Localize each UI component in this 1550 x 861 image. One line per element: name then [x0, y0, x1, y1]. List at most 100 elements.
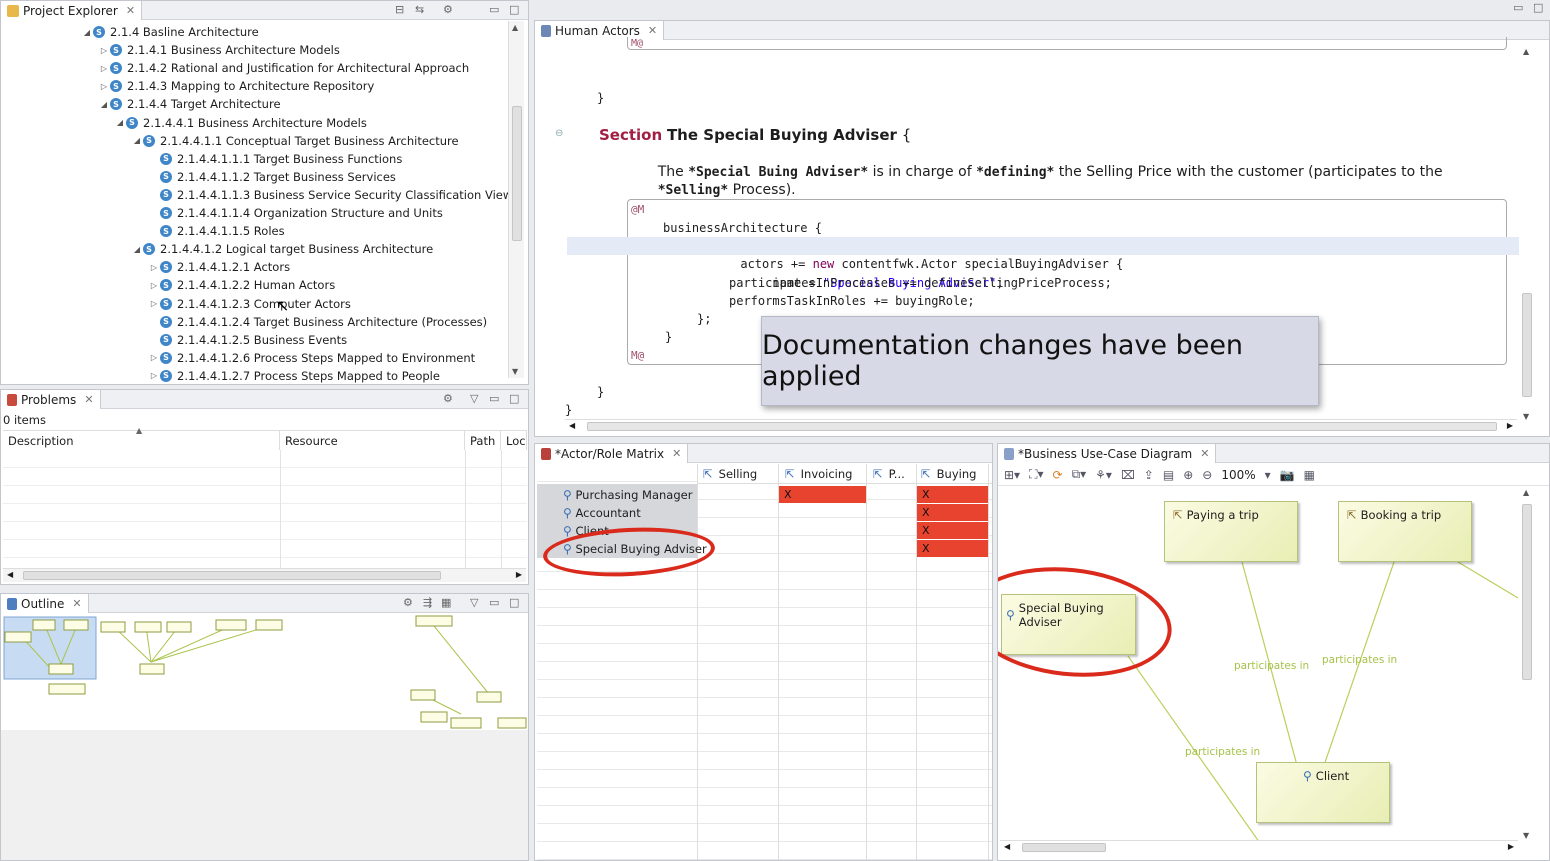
tree-item[interactable]: S 2.1.4.4.1.1.3 Business Service Security… [148, 186, 512, 204]
tree-item[interactable]: ▷ S 2.1.4.4.1.2.2 Human Actors [148, 276, 335, 294]
tree-item[interactable]: S 2.1.4.4.1.1.2 Target Business Services [148, 168, 396, 186]
tree-item[interactable]: ◢ S 2.1.4 Basline Architecture [81, 23, 259, 41]
expand-icon[interactable]: ▷ [148, 371, 160, 380]
maximize-icon[interactable]: □ [509, 3, 519, 16]
scroll-thumb[interactable] [587, 422, 1497, 431]
layer-icon[interactable]: ⧉▾ [1072, 467, 1087, 482]
column-loc[interactable]: Loc [501, 431, 527, 450]
scroll-up-icon[interactable]: ▲ [512, 23, 518, 32]
matrix-cell-buying-client[interactable]: X [917, 522, 988, 539]
explorer-scrollbar[interactable]: ▲ ▼ [508, 21, 524, 378]
view-menu-icon[interactable]: ⚙ [403, 596, 413, 609]
expand-icon[interactable]: ▷ [98, 46, 110, 55]
grid-icon[interactable]: ▦ [1304, 468, 1315, 482]
tab-actor-role-matrix[interactable]: *Actor/Role Matrix ✕ [535, 444, 689, 463]
close-icon[interactable]: ✕ [648, 24, 657, 37]
tab-project-explorer[interactable]: Project Explorer ✕ [1, 1, 143, 20]
close-icon[interactable]: ✕ [72, 597, 81, 610]
tree-item[interactable]: ◢ S 2.1.4.4.1.2 Logical target Business Ar… [131, 240, 433, 258]
arrange-icon[interactable]: ⛶▾ [1029, 467, 1043, 482]
close-icon[interactable]: ✕ [1200, 447, 1209, 460]
matrix-row-accountant[interactable]: ⚲ Accountant [563, 504, 641, 522]
tree-item[interactable]: ◢ S 2.1.4.4.1 Business Architecture Models [114, 114, 367, 132]
close-icon[interactable]: ✕ [84, 393, 93, 406]
tree-item[interactable]: S 2.1.4.4.1.1.4 Organization Structure an… [148, 204, 443, 222]
editor-maximize-icon[interactable]: □ [1533, 1, 1543, 14]
chevron-down-icon[interactable]: ▽ [470, 392, 478, 405]
scroll-thumb[interactable] [1522, 293, 1532, 397]
link-editor-icon[interactable]: ⇆ [415, 3, 424, 16]
minimize-icon[interactable]: ▭ [489, 392, 499, 405]
maximize-icon[interactable]: □ [509, 392, 519, 405]
tree-item[interactable]: ▷ S 2.1.4.4.1.2.6 Process Steps Mapped to … [148, 349, 475, 367]
scroll-left-icon[interactable]: ◀ [1004, 842, 1010, 851]
view-menu-icon[interactable]: ⚙ [443, 392, 453, 405]
fold-icon[interactable]: ⊖ [555, 128, 563, 139]
scroll-right-icon[interactable]: ▶ [1507, 421, 1513, 430]
zoom-in-icon[interactable]: ⊕ [1183, 468, 1193, 482]
matrix-col-p[interactable]: ⇱ P... [873, 467, 905, 481]
tab-problems[interactable]: Problems ✕ [1, 390, 101, 409]
scroll-thumb[interactable] [1022, 843, 1106, 852]
scroll-up-icon[interactable]: ▲ [1523, 488, 1529, 497]
scroll-down-icon[interactable]: ▼ [512, 367, 518, 376]
scroll-right-icon[interactable]: ▶ [1508, 842, 1514, 851]
scroll-thumb[interactable] [23, 571, 441, 580]
diagram-hscroll[interactable]: ◀ ▶ [1000, 840, 1518, 854]
scroll-down-icon[interactable]: ▼ [1523, 412, 1529, 421]
tree-item[interactable]: S 2.1.4.4.1.1.5 Roles [148, 222, 285, 240]
delete-icon[interactable]: ⌧ [1121, 468, 1135, 482]
tree-item[interactable]: S 2.1.4.4.1.2.4 Target Business Architect… [148, 313, 487, 331]
column-resource[interactable]: Resource [280, 431, 465, 450]
tab-business-use-case-diagram[interactable]: *Business Use-Case Diagram ✕ [998, 444, 1217, 463]
scroll-left-icon[interactable]: ◀ [7, 570, 13, 579]
tree-item[interactable]: ▷ S 2.1.4.3 Mapping to Architecture Reposi… [98, 77, 374, 95]
select-icon[interactable]: ⊞▾ [1004, 468, 1020, 482]
tree-item[interactable]: S 2.1.4.4.1.1.1 Target Business Functions [148, 150, 402, 168]
actor-client[interactable]: ⚲ Client [1256, 762, 1390, 823]
close-icon[interactable]: ✕ [126, 4, 135, 17]
matrix-cell-buying-accountant[interactable]: X [917, 504, 988, 521]
minimize-icon[interactable]: ▭ [489, 596, 499, 609]
collapse-icon[interactable]: ◢ [114, 118, 126, 127]
collapse-icon[interactable]: ◢ [81, 28, 93, 37]
expand-icon[interactable]: ▷ [98, 64, 110, 73]
scroll-down-icon[interactable]: ▼ [1523, 831, 1529, 840]
expand-icon[interactable]: ▷ [148, 263, 160, 272]
scroll-right-icon[interactable]: ▶ [516, 570, 522, 579]
scroll-left-icon[interactable]: ◀ [569, 421, 575, 430]
matrix-cell-invoicing-purchasing[interactable]: X [779, 486, 866, 503]
tree-item[interactable]: S 2.1.4.4.1.2.5 Business Events [148, 331, 347, 349]
filter-icon[interactable]: ⚘▾ [1095, 468, 1112, 482]
editor-vscroll[interactable]: ▲ ▼ [1519, 41, 1535, 423]
tree-item[interactable]: ◢ S 2.1.4.4 Target Architecture [98, 95, 281, 113]
collapse-icon[interactable]: ◢ [131, 136, 143, 145]
overview-icon[interactable]: ▦ [441, 596, 451, 609]
tab-outline[interactable]: Outline ✕ [1, 594, 89, 613]
matrix-cell-buying-purchasing[interactable]: X [917, 486, 988, 503]
use-case-booking-a-trip[interactable]: ⇱ Booking a trip [1338, 501, 1472, 562]
outline-thumbnail[interactable] [1, 614, 529, 730]
use-case-paying-a-trip[interactable]: ⇱ Paying a trip [1164, 501, 1298, 562]
camera-icon[interactable]: 📷 [1280, 468, 1295, 482]
diagram-vscroll[interactable]: ▲ ▼ [1519, 486, 1535, 842]
close-icon[interactable]: ✕ [672, 447, 681, 460]
chevron-down-icon[interactable]: ▽ [470, 596, 478, 609]
zoom-out-icon[interactable]: ⊖ [1202, 468, 1212, 482]
scroll-up-icon[interactable]: ▲ [1523, 47, 1529, 56]
matrix-row-purchasing-manager[interactable]: ⚲ Purchasing Manager [563, 486, 692, 504]
expand-icon[interactable]: ▷ [98, 82, 110, 91]
tree-item[interactable]: ▷ S 2.1.4.1 Business Architecture Models [98, 41, 340, 59]
refresh-icon[interactable]: ⟳ [1053, 468, 1063, 482]
tree-item[interactable]: ▷ S 2.1.4.4.1.2.7 Process Steps Mapped to … [148, 367, 440, 384]
scroll-thumb[interactable] [1522, 504, 1532, 680]
collapse-icon[interactable]: ◢ [131, 245, 143, 254]
expand-icon[interactable]: ▷ [148, 281, 160, 290]
tree-item[interactable]: ▷ S 2.1.4.4.1.2.1 Actors [148, 258, 290, 276]
problems-hscroll[interactable]: ◀ ▶ [3, 568, 526, 582]
matrix-col-buying[interactable]: ⇱ Buying [921, 467, 976, 481]
collapse-all-icon[interactable]: ⊟ [395, 3, 404, 16]
matrix-cell-buying-adviser[interactable]: X [917, 540, 988, 557]
editor-hscroll[interactable]: ◀ ▶ [565, 419, 1517, 433]
export-icon[interactable]: ⇪ [1144, 468, 1154, 482]
